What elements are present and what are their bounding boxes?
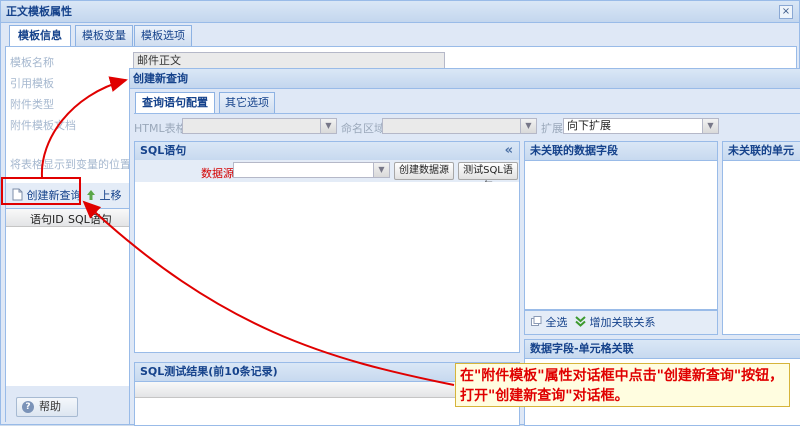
annotation-arrows xyxy=(40,76,455,386)
arrow-to-button xyxy=(82,200,455,386)
annotation-callout: 在"附件模板"属性对话框中点击"创建新查询"按钮，打开"创建新查询"对话框。 xyxy=(455,363,790,407)
arrow-to-dialog xyxy=(40,76,128,178)
